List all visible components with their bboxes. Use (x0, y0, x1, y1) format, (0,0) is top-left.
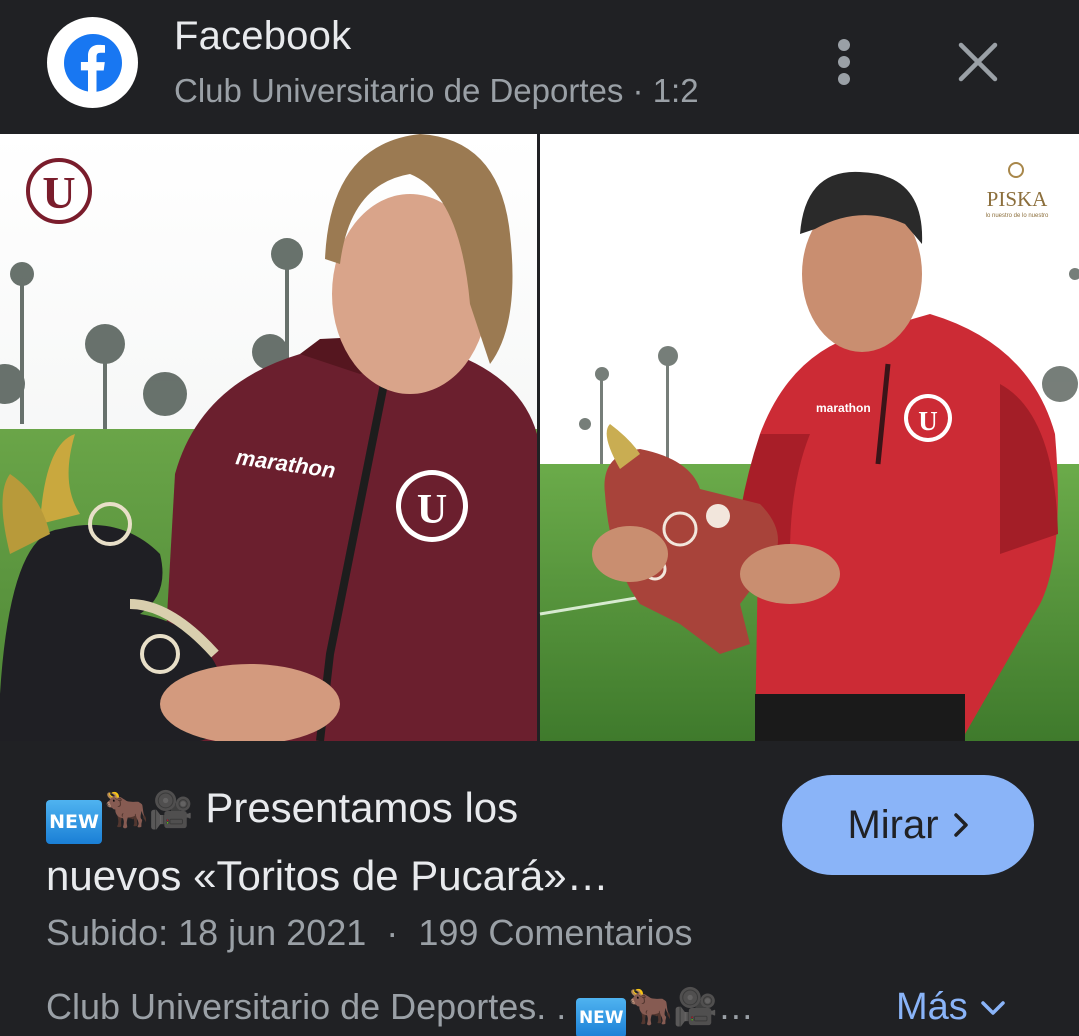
more-label: Más (896, 986, 968, 1028)
more-button[interactable]: Más (896, 986, 1006, 1029)
post-meta: Subido: 18 jun 2021 · 199 Comentarios (46, 912, 692, 954)
post-description: Club Universitario de Deportes. . NEW 🐂🎥… (46, 986, 866, 1036)
camera-emoji: 🎥 (673, 987, 718, 1028)
chevron-right-icon (953, 813, 968, 837)
left-photo-panel: U U marathon (0, 134, 537, 741)
result-header: Facebook Club Universitario de Deportes … (0, 0, 1079, 134)
comment-count: 199 Comentarios (418, 912, 693, 953)
result-image[interactable]: U U marathon PISKA lo nuestro de lo nues… (0, 134, 1079, 741)
svg-text:marathon: marathon (816, 401, 871, 415)
svg-text:PISKA: PISKA (987, 187, 1049, 211)
svg-text:U: U (918, 406, 938, 436)
description-text: Club Universitario de Deportes. . (46, 986, 567, 1027)
right-photo-panel: PISKA lo nuestro de lo nuestro U maratho… (539, 134, 1079, 741)
upload-date: Subido: 18 jun 2021 (46, 912, 367, 953)
source-subtitle: Club Universitario de Deportes · 1:2 (174, 72, 699, 109)
watch-button[interactable]: Mirar (782, 775, 1034, 875)
new-badge-icon: NEW (576, 998, 627, 1036)
source-title[interactable]: Facebook (174, 14, 351, 59)
svg-text:U: U (417, 487, 447, 533)
svg-text:U: U (42, 167, 75, 218)
watch-label: Mirar (847, 802, 939, 847)
facebook-logo-icon (47, 17, 138, 108)
more-vert-icon[interactable] (824, 36, 864, 88)
post-headline[interactable]: NEW 🐂🎥 Presentamos los nuevos «Toritos de… (46, 776, 746, 907)
headline-line-2: nuevos «Toritos de Pucará»… (46, 852, 609, 899)
chevron-down-icon (981, 1000, 1005, 1015)
close-icon[interactable] (952, 36, 1004, 88)
meta-separator: · (386, 912, 399, 953)
headline-line-1: Presentamos los (205, 784, 519, 831)
bull-emoji: 🐂 (104, 790, 149, 831)
description-ellipsis: … (717, 986, 754, 1027)
u-logo-left: U (26, 158, 92, 224)
svg-text:lo nuestro de lo nuestro: lo nuestro de lo nuestro (986, 213, 1049, 219)
bull-emoji: 🐂 (628, 987, 674, 1028)
camera-emoji: 🎥 (148, 790, 194, 831)
new-badge-icon: NEW (46, 800, 102, 844)
